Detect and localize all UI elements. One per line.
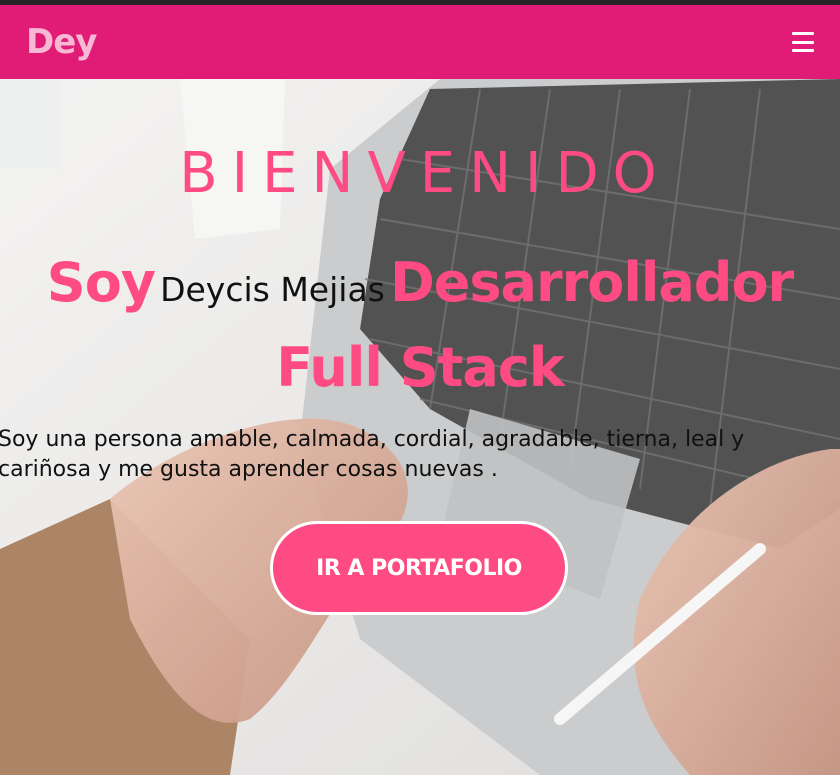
hamburger-bar <box>792 49 814 52</box>
hero-description: Soy una persona amable, calmada, cordial… <box>0 427 745 482</box>
hamburger-icon[interactable] <box>792 32 814 52</box>
brand-logo[interactable]: Dey <box>26 22 97 62</box>
hamburger-bar <box>792 32 814 35</box>
hero-section: BIENVENIDO Soy Deycis Mejias Desarrollad… <box>0 79 840 775</box>
hero-title: BIENVENIDO <box>179 141 671 206</box>
navbar: Dey <box>0 5 840 79</box>
hero-headline: Soy Deycis Mejias Desarrollador Full Sta… <box>0 247 840 417</box>
portfolio-button[interactable]: IR A PORTAFOLIO <box>270 521 568 615</box>
developer-name: Deycis Mejias <box>160 270 385 309</box>
headline-prefix: Soy <box>46 251 156 314</box>
hamburger-bar <box>792 40 814 44</box>
